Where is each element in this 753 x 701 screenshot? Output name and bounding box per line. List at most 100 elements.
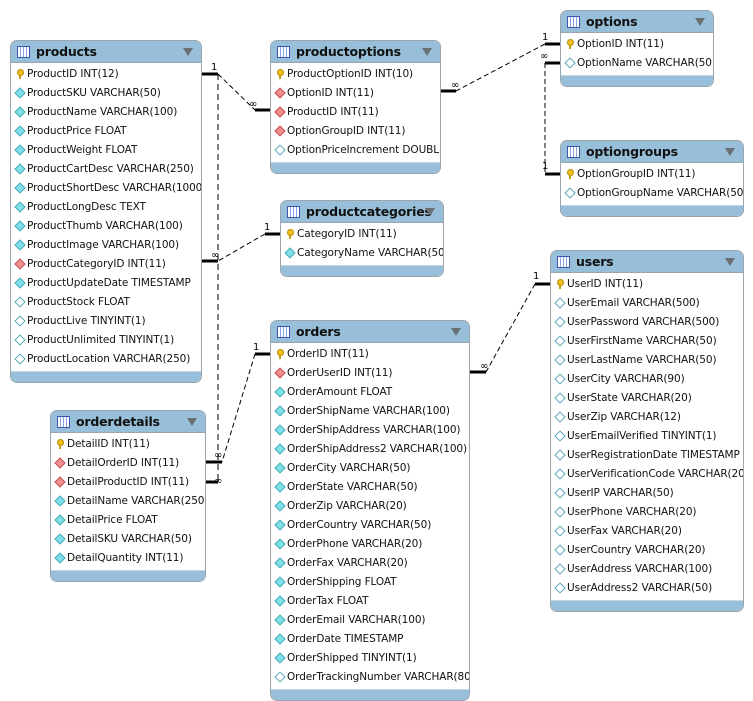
column-row[interactable]: UserID INT(11) xyxy=(551,274,743,293)
column-row[interactable]: OrderState VARCHAR(50) xyxy=(271,477,469,496)
column-row[interactable]: DetailQuantity INT(11) xyxy=(51,548,205,567)
column-row[interactable]: ProductPrice FLOAT xyxy=(11,121,201,140)
column-row[interactable]: ProductID INT(12) xyxy=(11,64,201,83)
column-row[interactable]: OrderFax VARCHAR(20) xyxy=(271,553,469,572)
column-row[interactable]: CategoryName VARCHAR(50) xyxy=(281,243,443,262)
collapse-toggle-icon[interactable] xyxy=(695,18,705,26)
column-row[interactable]: OrderTax FLOAT xyxy=(271,591,469,610)
column-row[interactable]: OrderCountry VARCHAR(50) xyxy=(271,515,469,534)
column-row[interactable]: UserPhone VARCHAR(20) xyxy=(551,502,743,521)
column-label: OrderZip VARCHAR(20) xyxy=(287,499,407,512)
column-row[interactable]: ProductSKU VARCHAR(50) xyxy=(11,83,201,102)
column-row[interactable]: ProductName VARCHAR(100) xyxy=(11,102,201,121)
table-header[interactable]: options xyxy=(561,11,713,33)
column-row[interactable]: DetailSKU VARCHAR(50) xyxy=(51,529,205,548)
column-row[interactable]: DetailProductID INT(11) xyxy=(51,472,205,491)
column-row[interactable]: ProductLive TINYINT(1) xyxy=(11,311,201,330)
relationship-users-orders[interactable]: 1 ∞ xyxy=(470,271,551,374)
column-row[interactable]: OrderDate TIMESTAMP xyxy=(271,629,469,648)
column-row[interactable]: OrderZip VARCHAR(20) xyxy=(271,496,469,515)
column-row[interactable]: ProductThumb VARCHAR(100) xyxy=(11,216,201,235)
column-row[interactable]: UserFirstName VARCHAR(50) xyxy=(551,331,743,350)
column-row[interactable]: OptionGroupName VARCHAR(50) xyxy=(561,183,743,202)
column-row[interactable]: OrderEmail VARCHAR(100) xyxy=(271,610,469,629)
column-row[interactable]: ProductID INT(11) xyxy=(271,102,440,121)
column-row[interactable]: DetailOrderID INT(11) xyxy=(51,453,205,472)
column-row[interactable]: OrderID INT(11) xyxy=(271,344,469,363)
collapse-toggle-icon[interactable] xyxy=(725,148,735,156)
column-row[interactable]: UserAddress VARCHAR(100) xyxy=(551,559,743,578)
column-row[interactable]: UserZip VARCHAR(12) xyxy=(551,407,743,426)
relationship-optiongroups-productoptions[interactable]: ∞ 1 xyxy=(540,51,561,176)
column-row[interactable]: OrderUserID INT(11) xyxy=(271,363,469,382)
column-row[interactable]: UserIP VARCHAR(50) xyxy=(551,483,743,502)
collapse-toggle-icon[interactable] xyxy=(725,258,735,266)
table-orderdetails[interactable]: orderdetails DetailID INT(11) DetailOrderI… xyxy=(50,410,206,582)
column-row[interactable]: ProductCartDesc VARCHAR(250) xyxy=(11,159,201,178)
table-header[interactable]: optiongroups xyxy=(561,141,743,163)
column-row[interactable]: OrderPhone VARCHAR(20) xyxy=(271,534,469,553)
column-row[interactable]: OrderAmount FLOAT xyxy=(271,382,469,401)
column-row[interactable]: OrderShipping FLOAT xyxy=(271,572,469,591)
table-users[interactable]: users UserID INT(11) UserEmail VARCHAR(500… xyxy=(550,250,744,612)
column-row[interactable]: UserLastName VARCHAR(50) xyxy=(551,350,743,369)
table-header[interactable]: users xyxy=(551,251,743,273)
column-row[interactable]: ProductCategoryID INT(11) xyxy=(11,254,201,273)
column-row[interactable]: ProductWeight FLOAT xyxy=(11,140,201,159)
table-header[interactable]: productoptions xyxy=(271,41,440,63)
column-row[interactable]: OrderShipAddress2 VARCHAR(100) xyxy=(271,439,469,458)
column-row[interactable]: ProductUnlimited TINYINT(1) xyxy=(11,330,201,349)
column-row[interactable]: UserAddress2 VARCHAR(50) xyxy=(551,578,743,597)
column-row[interactable]: OrderShipName VARCHAR(100) xyxy=(271,401,469,420)
column-row[interactable]: ProductLocation VARCHAR(250) xyxy=(11,349,201,368)
column-row[interactable]: UserFax VARCHAR(20) xyxy=(551,521,743,540)
table-header[interactable]: productcategories xyxy=(281,201,443,223)
table-productoptions[interactable]: productoptions ProductOptionID INT(10) Opt… xyxy=(270,40,441,174)
collapse-toggle-icon[interactable] xyxy=(425,208,435,216)
column-row[interactable]: ProductImage VARCHAR(100) xyxy=(11,235,201,254)
table-productcategories[interactable]: productcategories CategoryID INT(11) Categ… xyxy=(280,200,444,277)
column-row[interactable]: UserPassword VARCHAR(500) xyxy=(551,312,743,331)
column-row[interactable]: UserRegistrationDate TIMESTAMP xyxy=(551,445,743,464)
column-row[interactable]: OrderTrackingNumber VARCHAR(80) xyxy=(271,667,469,686)
column-row[interactable]: UserEmail VARCHAR(500) xyxy=(551,293,743,312)
relationship-orders-orderdetails[interactable]: 1 ∞ xyxy=(206,342,271,464)
column-row[interactable]: CategoryID INT(11) xyxy=(281,224,443,243)
column-row[interactable]: OptionName VARCHAR(50) xyxy=(561,53,713,72)
collapse-toggle-icon[interactable] xyxy=(183,48,193,56)
collapse-toggle-icon[interactable] xyxy=(451,328,461,336)
column-row[interactable]: OrderShipped TINYINT(1) xyxy=(271,648,469,667)
column-row[interactable]: ProductStock FLOAT xyxy=(11,292,201,311)
table-optiongroups[interactable]: optiongroups OptionGroupID INT(11) OptionG… xyxy=(560,140,744,217)
table-orders[interactable]: orders OrderID INT(11) OrderUserID INT(11)… xyxy=(270,320,470,701)
table-header[interactable]: orderdetails xyxy=(51,411,205,433)
column-row[interactable]: OptionGroupID INT(11) xyxy=(271,121,440,140)
table-options[interactable]: options OptionID INT(11) OptionName VARCHA… xyxy=(560,10,714,87)
collapse-toggle-icon[interactable] xyxy=(187,418,197,426)
column-row[interactable]: UserCity VARCHAR(90) xyxy=(551,369,743,388)
relationship-products-orderdetails[interactable]: ∞ xyxy=(206,74,222,487)
collapse-toggle-icon[interactable] xyxy=(422,48,432,56)
column-row[interactable]: DetailID INT(11) xyxy=(51,434,205,453)
column-row[interactable]: UserEmailVerified TINYINT(1) xyxy=(551,426,743,445)
relationship-productcategories-products[interactable]: 1 ∞ xyxy=(202,222,281,263)
column-row[interactable]: ProductOptionID INT(10) xyxy=(271,64,440,83)
column-row[interactable]: DetailPrice FLOAT xyxy=(51,510,205,529)
column-row[interactable]: OptionID INT(11) xyxy=(561,34,713,53)
column-row[interactable]: UserCountry VARCHAR(20) xyxy=(551,540,743,559)
column-row[interactable]: OrderShipAddress VARCHAR(100) xyxy=(271,420,469,439)
column-row[interactable]: DetailName VARCHAR(250) xyxy=(51,491,205,510)
column-row[interactable]: OrderCity VARCHAR(50) xyxy=(271,458,469,477)
column-row[interactable]: ProductUpdateDate TIMESTAMP xyxy=(11,273,201,292)
column-row[interactable]: UserState VARCHAR(20) xyxy=(551,388,743,407)
column-row[interactable]: OptionPriceIncrement DOUBLE xyxy=(271,140,440,159)
column-row[interactable]: ProductLongDesc TEXT xyxy=(11,197,201,216)
column-row[interactable]: OptionID INT(11) xyxy=(271,83,440,102)
column-row[interactable]: ProductShortDesc VARCHAR(1000) xyxy=(11,178,201,197)
column-row[interactable]: UserVerificationCode VARCHAR(20) xyxy=(551,464,743,483)
relationship-products-productoptions[interactable]: 1 ∞ xyxy=(202,62,271,112)
column-row[interactable]: OptionGroupID INT(11) xyxy=(561,164,743,183)
table-products[interactable]: products ProductID INT(12) ProductSKU VARC… xyxy=(10,40,202,383)
table-header[interactable]: products xyxy=(11,41,201,63)
table-header[interactable]: orders xyxy=(271,321,469,343)
